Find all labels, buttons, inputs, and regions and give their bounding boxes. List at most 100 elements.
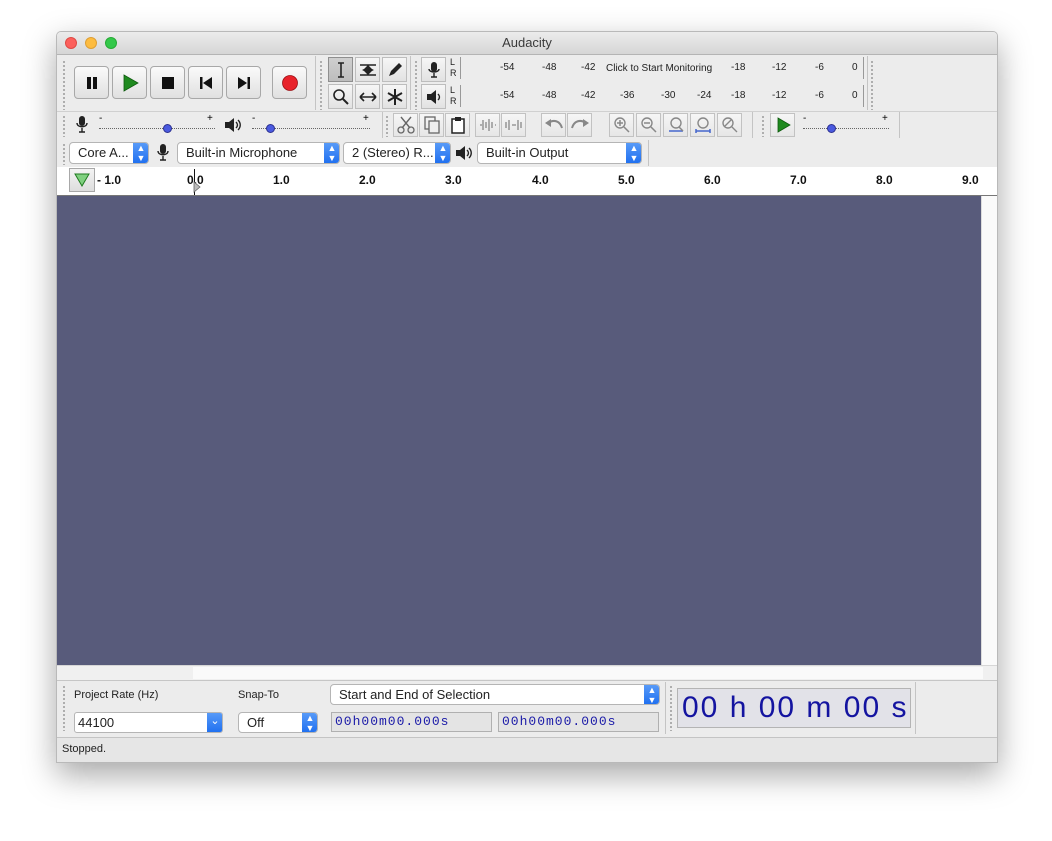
channel-r-label: R bbox=[450, 96, 457, 106]
chevron-updown-icon: ▲ ▼ bbox=[644, 685, 659, 704]
recording-device-select[interactable]: Built-in Microphone ▲ ▼ bbox=[177, 142, 340, 164]
play-at-speed-grip[interactable] bbox=[761, 115, 765, 137]
audio-host-value: Core A... bbox=[78, 145, 129, 160]
envelope-icon bbox=[359, 63, 376, 76]
status-bar: Stopped. bbox=[57, 737, 997, 762]
double-arrow-icon bbox=[358, 91, 377, 102]
close-button[interactable] bbox=[65, 37, 77, 49]
project-rate-value: 44100 bbox=[78, 715, 115, 730]
play-at-speed-button[interactable] bbox=[770, 113, 795, 137]
track-area[interactable] bbox=[57, 196, 981, 665]
mixer-toolbar-grip[interactable] bbox=[62, 115, 66, 137]
redo-button[interactable] bbox=[567, 113, 592, 137]
meter-tick: -24 bbox=[697, 90, 712, 101]
zoom-out-icon bbox=[640, 117, 657, 133]
draw-tool[interactable] bbox=[382, 57, 407, 82]
slider-thumb[interactable] bbox=[827, 124, 836, 133]
record-meter[interactable]: L R -54 -48 -42 Click to Start Monitorin… bbox=[448, 57, 864, 79]
timeline-ruler[interactable]: - 1.0 0.0 1.0 2.0 3.0 4.0 5.0 6.0 7.0 8.… bbox=[57, 167, 997, 196]
ruler-label: 9.0 bbox=[962, 173, 979, 187]
cut-button[interactable] bbox=[393, 113, 418, 137]
snap-to-select[interactable]: Off ▲ ▼ bbox=[238, 712, 318, 733]
slider-minus-label: - bbox=[99, 113, 103, 124]
ruler-label: 5.0 bbox=[618, 173, 635, 187]
selection-tool[interactable] bbox=[328, 57, 353, 82]
meter-tick: 0 bbox=[852, 62, 858, 73]
selection-start-time[interactable]: 00h00m00.000s bbox=[331, 712, 492, 732]
play-icon bbox=[123, 73, 139, 92]
pinned-play-head-button[interactable] bbox=[69, 168, 95, 192]
time-toolbar-grip[interactable] bbox=[669, 685, 673, 731]
playback-speed-slider[interactable]: - + bbox=[801, 113, 893, 136]
tools-toolbar-grip[interactable] bbox=[319, 60, 323, 110]
meter-tick: -36 bbox=[620, 90, 635, 101]
chevron-updown-icon: ▲ ▼ bbox=[324, 143, 339, 163]
zoom-out-button[interactable] bbox=[636, 113, 661, 137]
recording-channels-select[interactable]: 2 (Stereo) R... ▲ ▼ bbox=[343, 142, 451, 164]
meter-toolbar-grip[interactable] bbox=[414, 60, 418, 110]
record-button[interactable] bbox=[272, 66, 307, 99]
toolbar-separator bbox=[410, 56, 411, 110]
copy-icon bbox=[423, 116, 440, 134]
selection-toolbar-grip[interactable] bbox=[62, 685, 66, 731]
ruler-label: - 1.0 bbox=[97, 173, 122, 187]
audacity-window: Audacity L R -54 -48 -42 Click to Start … bbox=[56, 31, 998, 763]
slider-thumb[interactable] bbox=[163, 124, 172, 133]
toolbar-separator bbox=[915, 682, 916, 734]
fit-selection-icon bbox=[668, 117, 684, 132]
ruler-label: 6.0 bbox=[704, 173, 721, 187]
play-button[interactable] bbox=[112, 66, 147, 99]
ruler-label: 1.0 bbox=[273, 173, 290, 187]
chevron-down-icon: ⌄ bbox=[207, 713, 222, 732]
toolbar-grip[interactable] bbox=[870, 60, 874, 110]
stop-icon bbox=[161, 76, 174, 89]
playback-device-select[interactable]: Built-in Output ▲ ▼ bbox=[477, 142, 642, 164]
skip-to-end-button[interactable] bbox=[226, 66, 261, 99]
zoom-toggle-button[interactable] bbox=[717, 113, 742, 137]
zoom-button[interactable] bbox=[105, 37, 117, 49]
horizontal-scrollbar[interactable] bbox=[57, 665, 997, 680]
zoom-tool[interactable] bbox=[328, 84, 353, 109]
minimize-button[interactable] bbox=[85, 37, 97, 49]
channel-r-label: R bbox=[450, 68, 457, 78]
playback-meter[interactable]: L R -54 -48 -42 -36 -30 -24 -18 -12 -6 0 bbox=[448, 85, 864, 107]
slider-plus-label: + bbox=[882, 113, 888, 124]
zoom-in-button[interactable] bbox=[609, 113, 634, 137]
trim-audio-button[interactable] bbox=[475, 113, 500, 137]
meter-tick: -6 bbox=[815, 90, 824, 101]
start-monitoring-prompt[interactable]: Click to Start Monitoring bbox=[606, 63, 713, 74]
record-meter-button[interactable] bbox=[421, 57, 446, 82]
meter-tick: -6 bbox=[815, 62, 824, 73]
audio-host-select[interactable]: Core A... ▲ ▼ bbox=[69, 142, 149, 164]
envelope-tool[interactable] bbox=[355, 57, 380, 82]
i-beam-icon bbox=[337, 61, 344, 78]
chevron-updown-icon: ▲ ▼ bbox=[626, 143, 641, 163]
time-shift-tool[interactable] bbox=[355, 84, 380, 109]
fit-project-button[interactable] bbox=[690, 113, 715, 137]
playback-volume-slider[interactable]: - + bbox=[250, 113, 374, 136]
copy-button[interactable] bbox=[419, 113, 444, 137]
edit-toolbar-grip[interactable] bbox=[385, 115, 389, 137]
silence-audio-button[interactable] bbox=[501, 113, 526, 137]
microphone-icon bbox=[76, 116, 88, 133]
zoom-toggle-icon bbox=[721, 117, 737, 133]
skip-to-start-button[interactable] bbox=[188, 66, 223, 99]
trim-icon bbox=[479, 119, 496, 131]
multi-tool[interactable] bbox=[382, 84, 407, 109]
transport-toolbar-grip[interactable] bbox=[62, 60, 66, 110]
vertical-scrollbar[interactable] bbox=[981, 196, 997, 665]
audio-position-display[interactable]: 00 h 00 m 00 s bbox=[677, 688, 911, 728]
paste-button[interactable] bbox=[445, 113, 470, 137]
playback-meter-button[interactable] bbox=[421, 84, 446, 109]
slider-thumb[interactable] bbox=[266, 124, 275, 133]
selection-end-time[interactable]: 00h00m00.000s bbox=[498, 712, 659, 732]
recording-volume-slider[interactable]: - + bbox=[97, 113, 217, 136]
selection-mode-select[interactable]: Start and End of Selection ▲ ▼ bbox=[330, 684, 660, 705]
device-toolbar-grip[interactable] bbox=[62, 143, 66, 165]
stop-button[interactable] bbox=[150, 66, 185, 99]
pause-button[interactable] bbox=[74, 66, 109, 99]
fit-selection-button[interactable] bbox=[663, 113, 688, 137]
undo-button[interactable] bbox=[541, 113, 566, 137]
project-rate-select[interactable]: 44100 ⌄ bbox=[74, 712, 223, 733]
meter-tick: -12 bbox=[772, 90, 787, 101]
